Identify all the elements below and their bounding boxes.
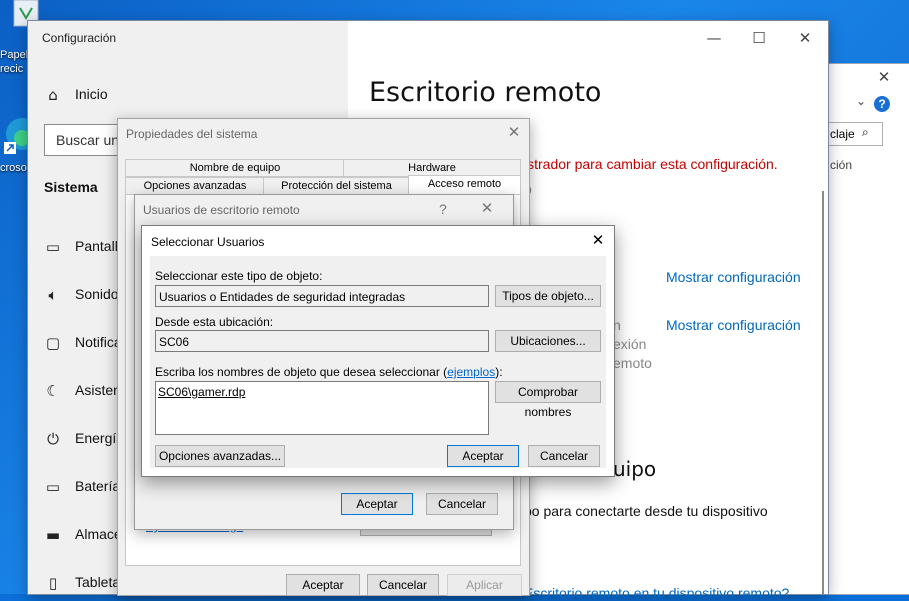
close-icon[interactable]: ✕: [864, 68, 904, 86]
search-field-partial[interactable]: claje ⌕: [826, 122, 883, 146]
search-partial-text: claje: [830, 127, 855, 141]
ok-button[interactable]: Aceptar: [286, 574, 360, 596]
ok-button[interactable]: Aceptar: [447, 445, 519, 467]
section-text: po para conectarte desde tu dispositivo: [524, 503, 768, 519]
nav-label: Notifica: [75, 334, 122, 350]
show-config-link-2[interactable]: Mostrar configuración: [666, 317, 801, 333]
object-types-button[interactable]: Tipos de objeto...: [495, 285, 601, 307]
nav-label: Batería: [75, 478, 121, 494]
dialog-title: Propiedades del sistema: [126, 127, 258, 141]
ok-button[interactable]: Aceptar: [341, 493, 413, 515]
close-icon[interactable]: ✕: [494, 123, 534, 141]
tab-remote-access[interactable]: Acceso remoto: [408, 175, 521, 195]
nav-label: Pantall: [75, 238, 118, 254]
section-title-partial: uipo: [613, 457, 657, 481]
object-names-label: Escriba los nombres de objeto que desea …: [155, 365, 503, 379]
section-heading: Sistema: [44, 179, 98, 195]
object-type-field: Usuarios o Entidades de seguridad integr…: [155, 285, 489, 307]
bottom-link[interactable]: Escritorio remoto en tu dispositivo remo…: [524, 585, 789, 601]
search-icon: ⌕: [862, 125, 869, 139]
page-title: Escritorio remoto: [369, 77, 602, 108]
nav-label: Almace: [75, 526, 122, 542]
tab-system-protection[interactable]: Protección del sistema: [263, 177, 410, 195]
object-type-label: Seleccionar este tipo de objeto:: [155, 269, 323, 283]
storage-icon: ▬: [45, 526, 61, 544]
window-title: Configuración: [42, 31, 117, 45]
scrollbar[interactable]: [822, 191, 824, 594]
cancel-button[interactable]: Cancelar: [426, 493, 498, 515]
battery-icon: ▭: [45, 478, 61, 496]
partial-text: emoto: [613, 355, 652, 371]
label-text: Escriba los nombres de objeto que desea …: [155, 365, 448, 379]
background-window: ✕ ⌄ ? claje ⌕ ción: [826, 64, 909, 594]
tab-advanced[interactable]: Opciones avanzadas: [125, 177, 265, 195]
power-icon: ⏻: [47, 430, 59, 448]
location-field: SC06: [155, 330, 489, 352]
cancel-button[interactable]: Cancelar: [367, 574, 439, 596]
edge-label: crosof: [0, 162, 30, 174]
home-icon: ⌂: [48, 86, 58, 104]
object-name-value: SC06\gamer.rdp: [158, 385, 246, 399]
dialog-title: Usuarios de escritorio remoto: [143, 203, 300, 217]
location-label: Desde esta ubicación:: [155, 315, 274, 329]
apply-button[interactable]: Aplicar: [447, 574, 522, 596]
notification-icon: ▢: [45, 334, 61, 352]
check-names-button[interactable]: Comprobar nombres: [495, 381, 601, 419]
partial-text: ción: [830, 158, 853, 172]
close-icon[interactable]: ✕: [467, 199, 507, 217]
nav-label: Asisten: [75, 382, 121, 398]
select-users-dialog: Seleccionar Usuarios ✕ Seleccionar este …: [141, 225, 615, 477]
advanced-button[interactable]: Opciones avanzadas...: [155, 445, 285, 467]
help-icon[interactable]: ?: [874, 96, 890, 112]
maximize-icon[interactable]: ☐: [739, 29, 779, 47]
monitor-icon: ▭: [45, 238, 61, 256]
examples-link[interactable]: ejemplos: [447, 365, 495, 379]
tab-computer-name[interactable]: Nombre de equipo: [125, 159, 345, 177]
chevron-down-icon[interactable]: ⌄: [856, 94, 866, 108]
nav-home-label: Inicio: [75, 86, 108, 102]
minimize-icon[interactable]: —: [694, 29, 734, 47]
cancel-button[interactable]: Cancelar: [528, 445, 600, 467]
dialog-title: Seleccionar Usuarios: [151, 235, 265, 249]
nav-label: Sonido: [75, 286, 119, 302]
locations-button[interactable]: Ubicaciones...: [495, 330, 601, 352]
moon-icon: ☾: [46, 382, 60, 400]
show-config-link-1[interactable]: Mostrar configuración: [666, 269, 801, 285]
tablet-icon: ▯: [48, 574, 58, 592]
close-icon[interactable]: ✕: [785, 29, 825, 47]
partial-text: exión: [613, 336, 647, 352]
object-names-input[interactable]: SC06\gamer.rdp: [155, 381, 489, 435]
help-icon[interactable]: ?: [439, 201, 447, 217]
label-text: ):: [495, 365, 503, 379]
close-icon[interactable]: ✕: [578, 231, 618, 249]
admin-notice: istrador para cambiar esta configuración…: [524, 156, 778, 172]
speaker-icon: 🔈︎: [48, 286, 58, 304]
nav-home[interactable]: ⌂ Inicio: [42, 84, 342, 108]
nav-label: Tableta: [75, 574, 121, 590]
